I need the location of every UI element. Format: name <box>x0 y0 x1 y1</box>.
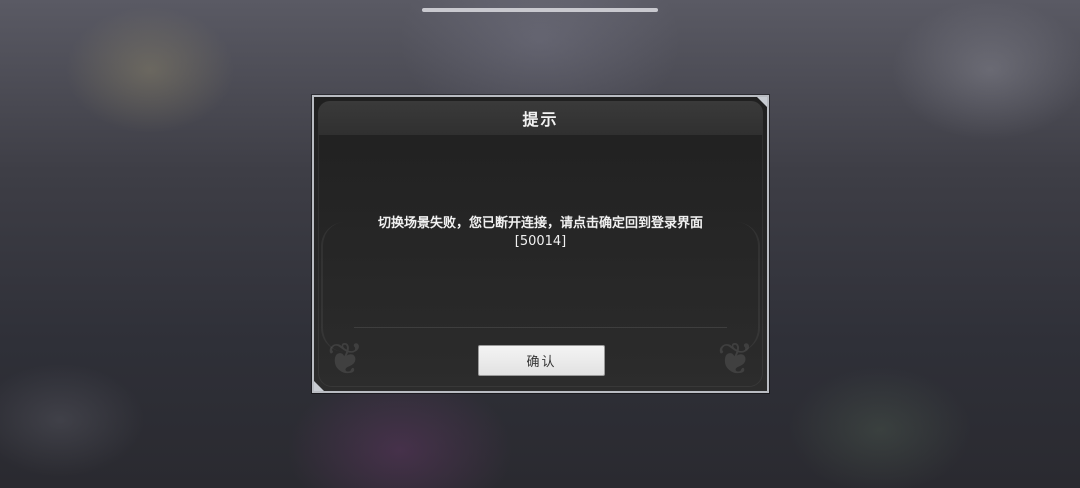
dialog-title-bar: 提示 <box>318 101 763 135</box>
alert-dialog: ❦ ❦ ❦ ❦ 提示 切换场景失败，您已断开连接，请点击确定回到登录界面 [50… <box>312 95 769 393</box>
error-code: [50014] <box>514 234 567 249</box>
game-background: ❦ ❦ ❦ ❦ 提示 切换场景失败，您已断开连接，请点击确定回到登录界面 [50… <box>0 0 1080 488</box>
dialog-message: 切换场景失败，您已断开连接，请点击确定回到登录界面 [50014] <box>314 215 767 251</box>
divider <box>354 327 727 328</box>
corner-mark-bottom-left <box>314 381 324 391</box>
corner-mark-top-right <box>757 97 767 107</box>
dialog-message-text: 切换场景失败，您已断开连接，请点击确定回到登录界面 <box>377 216 703 231</box>
confirm-button[interactable]: 确认 <box>478 345 605 376</box>
home-indicator[interactable] <box>422 8 658 12</box>
dialog-title: 提示 <box>522 110 559 129</box>
